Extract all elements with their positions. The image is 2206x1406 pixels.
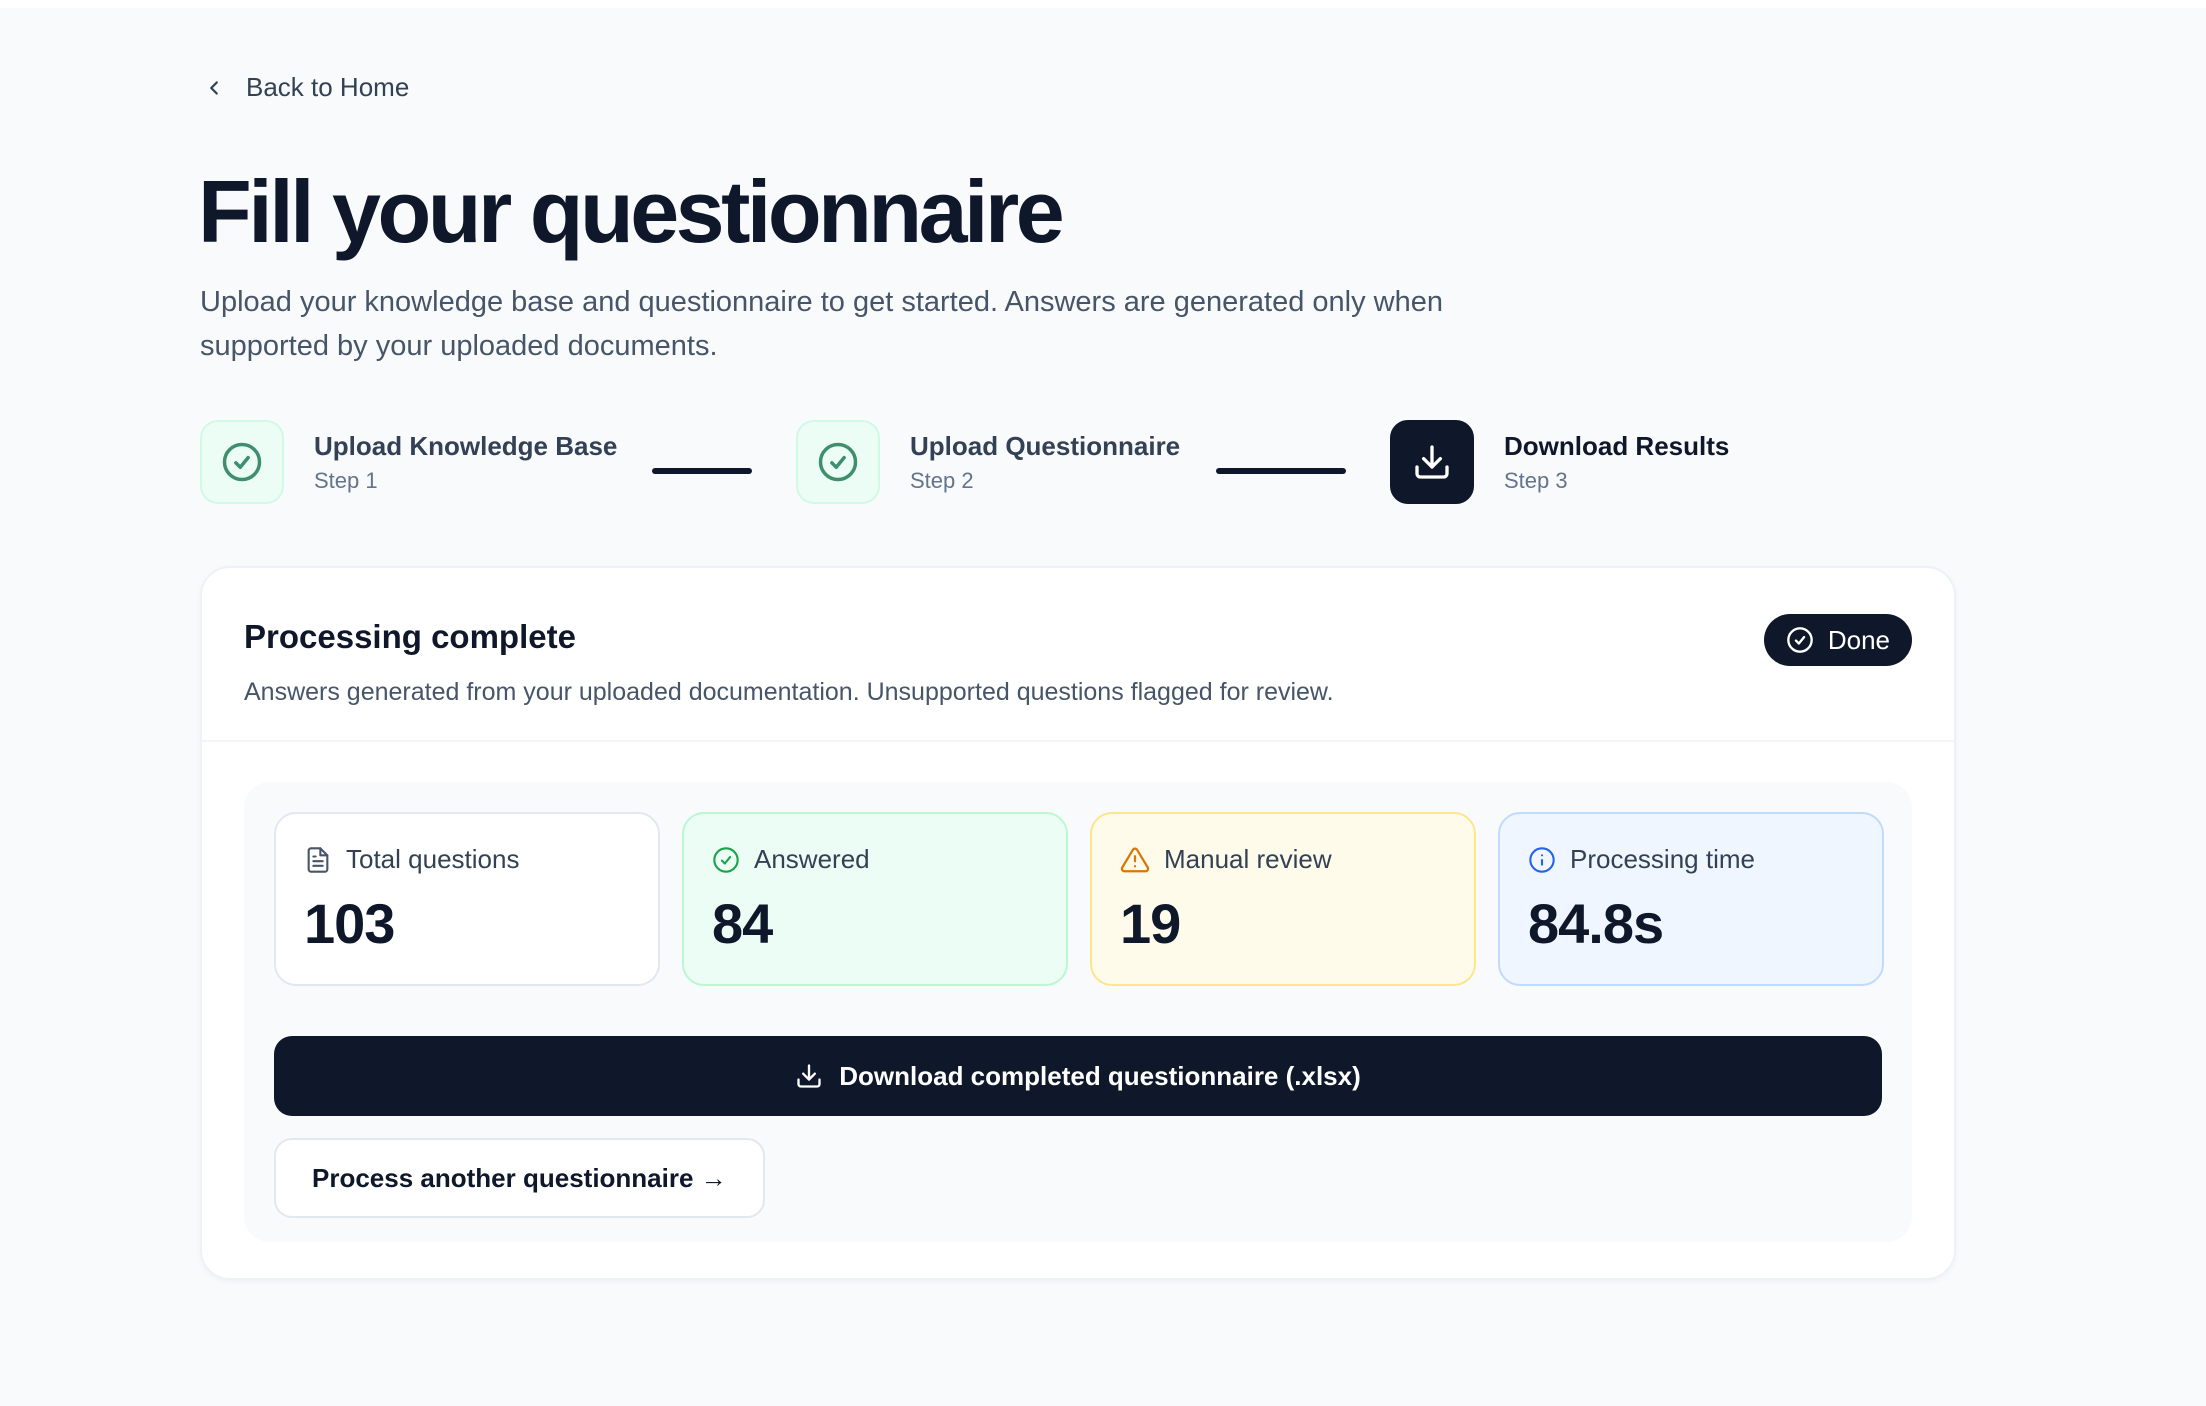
results-card: Processing complete Answers generated fr… <box>200 566 1956 1280</box>
page-title: Fill your questionnaire <box>198 162 1065 261</box>
download-icon <box>795 1062 823 1090</box>
download-icon <box>1390 420 1474 504</box>
stat-processing-time: Processing time 84.8s <box>1498 812 1884 986</box>
step-upload-knowledge-base: Upload Knowledge Base Step 1 <box>200 420 617 504</box>
stat-total-questions: Total questions 103 <box>274 812 660 986</box>
step-number: Step 3 <box>1504 467 1568 493</box>
status-badge: Done <box>1763 614 1912 666</box>
chevron-left-icon <box>200 74 228 102</box>
check-circle-icon <box>200 420 284 504</box>
step-title: Upload Questionnaire <box>910 430 1181 461</box>
stat-answered: Answered 84 <box>682 812 1068 986</box>
stat-label: Total questions <box>346 844 520 874</box>
step-number: Step 2 <box>910 467 974 493</box>
status-badge-label: Done <box>1827 624 1890 655</box>
stat-value: 103 <box>304 892 395 955</box>
step-upload-questionnaire: Upload Questionnaire Step 2 <box>796 420 1180 504</box>
check-circle-icon <box>796 420 880 504</box>
page: Back to Home Fill your questionnaire Upl… <box>0 8 2206 1406</box>
stat-value: 84 <box>712 892 773 955</box>
check-circle-icon <box>1786 626 1814 654</box>
step-title: Download Results <box>1504 430 1730 461</box>
card-title: Processing complete <box>244 618 576 655</box>
download-button-label: Download completed questionnaire (.xlsx) <box>839 1060 1361 1091</box>
step-number: Step 1 <box>314 467 378 493</box>
step-download-results: Download Results Step 3 <box>1390 420 1729 504</box>
stat-label: Answered <box>754 844 870 874</box>
stat-manual-review: Manual review 19 <box>1090 812 1476 986</box>
check-circle-icon <box>712 846 740 874</box>
step-title: Upload Knowledge Base <box>314 430 618 461</box>
stats-row: Total questions 103 Answered 84 Manual r… <box>274 812 1884 986</box>
stat-value: 19 <box>1120 892 1181 955</box>
stat-label: Manual review <box>1164 844 1332 874</box>
stat-label: Processing time <box>1570 844 1755 874</box>
page-subtitle: Upload your knowledge base and questionn… <box>200 286 1443 362</box>
process-another-label: Process another questionnaire → <box>312 1162 727 1193</box>
card-header: Processing complete Answers generated fr… <box>202 568 1954 742</box>
back-to-home-link[interactable]: Back to Home <box>200 72 409 103</box>
info-icon <box>1528 846 1556 874</box>
step-connector <box>652 468 752 474</box>
back-link-label: Back to Home <box>246 72 410 102</box>
alert-triangle-icon <box>1120 845 1150 875</box>
process-another-button[interactable]: Process another questionnaire → <box>274 1138 765 1218</box>
step-connector <box>1216 468 1346 474</box>
card-description: Answers generated from your uploaded doc… <box>244 678 1334 706</box>
stepper: Upload Knowledge Base Step 1 Upload Ques… <box>200 420 1760 508</box>
card-body: Total questions 103 Answered 84 Manual r… <box>244 782 1912 1242</box>
stat-value: 84.8s <box>1528 892 1664 955</box>
download-questionnaire-button[interactable]: Download completed questionnaire (.xlsx) <box>274 1036 1882 1116</box>
file-text-icon <box>304 846 332 874</box>
